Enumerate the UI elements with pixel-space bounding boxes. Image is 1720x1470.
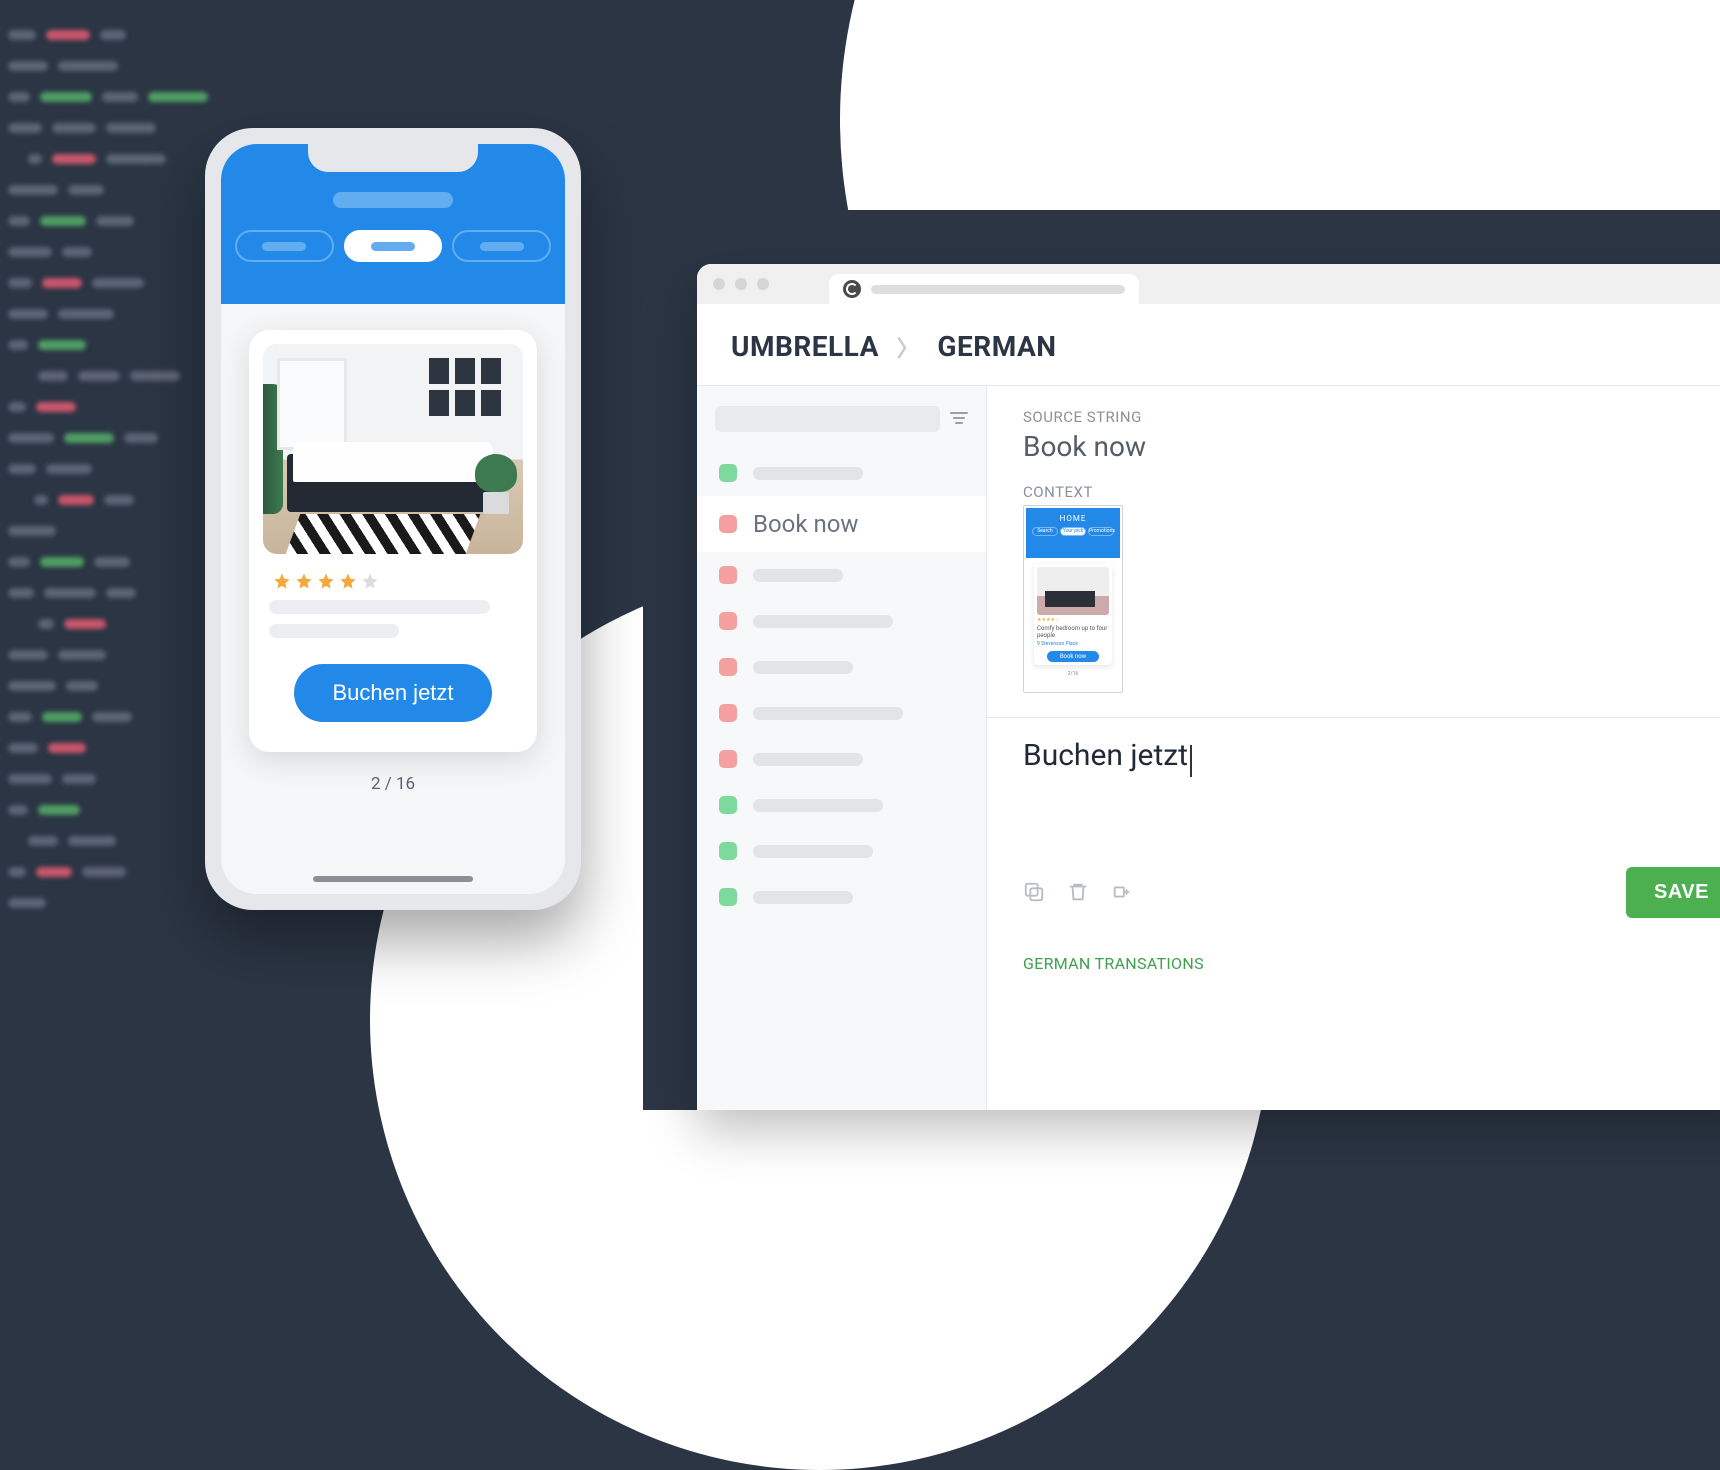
window-dot xyxy=(713,278,725,290)
context-pager: 2/16 xyxy=(1026,671,1120,677)
star-icon xyxy=(273,572,291,590)
string-list-item[interactable] xyxy=(697,644,986,690)
string-list-item[interactable] xyxy=(697,736,986,782)
string-placeholder xyxy=(753,467,863,480)
string-list-item[interactable]: Book now xyxy=(697,496,986,552)
context-header: HOME xyxy=(1026,508,1120,523)
string-list-item[interactable] xyxy=(697,874,986,920)
phone-mockup: Buchen jetzt 2 / 16 xyxy=(205,128,581,910)
chevron-right-icon: 〉 xyxy=(897,331,920,363)
text-placeholder xyxy=(269,600,490,614)
star-icon xyxy=(339,572,357,590)
favicon-icon xyxy=(843,280,861,298)
listing-card: Buchen jetzt xyxy=(249,330,537,752)
string-list-item[interactable] xyxy=(697,598,986,644)
string-placeholder xyxy=(753,661,853,674)
context-tab: Your pick xyxy=(1060,527,1086,536)
search-input[interactable] xyxy=(715,406,940,432)
status-indicator xyxy=(719,464,737,482)
string-list-item[interactable] xyxy=(697,828,986,874)
star-icon-empty xyxy=(361,572,379,590)
browser-chrome xyxy=(697,264,1720,304)
rating-stars xyxy=(273,572,523,590)
status-indicator xyxy=(719,750,737,768)
insert-placeholder-icon[interactable] xyxy=(1111,881,1133,903)
string-list-item[interactable] xyxy=(697,552,986,598)
strings-sidepanel: Book now xyxy=(697,386,987,1110)
phone-tab-active[interactable] xyxy=(344,230,443,262)
star-icon xyxy=(295,572,313,590)
book-now-button[interactable]: Buchen jetzt xyxy=(294,664,491,722)
save-button[interactable]: SAVE xyxy=(1626,867,1720,918)
source-string-value: Book now xyxy=(1023,430,1720,463)
window-dot xyxy=(757,278,769,290)
string-placeholder xyxy=(753,891,853,904)
string-placeholder xyxy=(753,753,863,766)
phone-title-placeholder xyxy=(333,192,453,208)
breadcrumb: UMBRELLA 〉 GERMAN xyxy=(697,304,1720,385)
room-photo xyxy=(263,344,523,554)
phone-notch xyxy=(308,144,478,172)
star-icon xyxy=(317,572,335,590)
copy-icon[interactable] xyxy=(1023,881,1045,903)
pager-text: 2 / 16 xyxy=(239,774,547,794)
status-indicator xyxy=(719,842,737,860)
laptop-mockup: UMBRELLA 〉 GERMAN Book now SOURCE STRING… xyxy=(643,210,1720,1110)
string-list-item[interactable] xyxy=(697,690,986,736)
string-placeholder xyxy=(753,707,903,720)
string-placeholder xyxy=(753,845,873,858)
context-tab: Promotions xyxy=(1088,527,1114,536)
status-indicator xyxy=(719,566,737,584)
text-cursor xyxy=(1190,745,1192,777)
context-screenshot[interactable]: HOME Search Your pick Promotions ★★★★☆ xyxy=(1023,505,1123,693)
status-indicator xyxy=(719,888,737,906)
status-indicator xyxy=(719,515,737,533)
string-list-item[interactable] xyxy=(697,450,986,496)
home-indicator xyxy=(313,876,473,882)
string-list-item[interactable] xyxy=(697,782,986,828)
filter-icon[interactable] xyxy=(950,412,968,426)
window-dot xyxy=(735,278,747,290)
breadcrumb-language[interactable]: GERMAN xyxy=(937,330,1056,363)
context-card-text: Comfy bedroom up to four people xyxy=(1037,625,1109,639)
string-placeholder xyxy=(753,799,883,812)
trash-icon[interactable] xyxy=(1067,881,1089,903)
text-placeholder xyxy=(269,624,399,638)
translations-section-label: GERMAN TRANSATIONS xyxy=(1023,954,1720,973)
phone-tab[interactable] xyxy=(452,230,551,262)
translation-input[interactable]: Buchen jetzt xyxy=(1023,738,1188,773)
context-label: CONTEXT xyxy=(1023,483,1720,501)
string-placeholder xyxy=(753,569,843,582)
context-location: 9 Stevenson Place xyxy=(1037,641,1109,647)
status-indicator xyxy=(719,796,737,814)
browser-tab[interactable] xyxy=(829,274,1139,304)
translation-editor: SOURCE STRING Book now CONTEXT HOME Sear… xyxy=(987,386,1720,1110)
phone-tab[interactable] xyxy=(235,230,334,262)
context-tab: Search xyxy=(1032,527,1058,536)
status-indicator xyxy=(719,658,737,676)
breadcrumb-project[interactable]: UMBRELLA xyxy=(731,330,879,363)
context-button: Book now xyxy=(1047,651,1099,662)
status-indicator xyxy=(719,704,737,722)
status-indicator xyxy=(719,612,737,630)
string-placeholder xyxy=(753,615,893,628)
tab-title-placeholder xyxy=(871,285,1125,294)
string-label: Book now xyxy=(753,510,858,538)
source-string-label: SOURCE STRING xyxy=(1023,408,1720,426)
